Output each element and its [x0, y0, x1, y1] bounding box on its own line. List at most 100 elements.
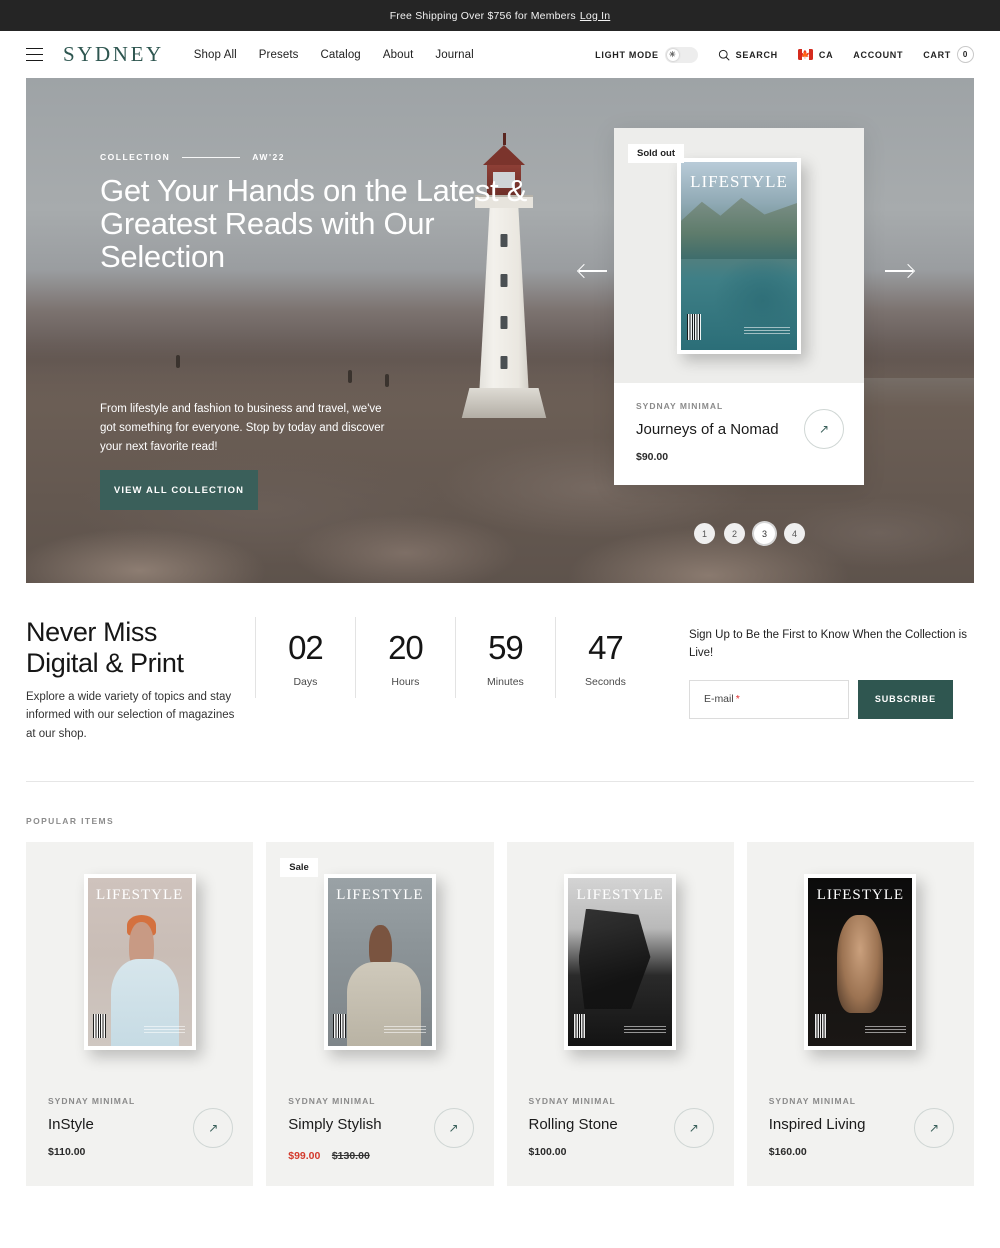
product-media: LIFESTYLE — [26, 842, 253, 1082]
magazine-masthead: LIFESTYLE — [816, 887, 905, 904]
cart-count-badge: 0 — [957, 46, 974, 63]
countdown-section: Never Miss Digital & Print Explore a wid… — [26, 617, 974, 743]
product-price: $110.00 — [48, 1146, 86, 1159]
subscribe-button[interactable]: SUBSCRIBE — [857, 679, 953, 719]
product-compare-price: $130.00 — [331, 1150, 370, 1163]
arrow-up-right-icon[interactable]: ↗ — [673, 1108, 714, 1149]
product-price: $160.00 — [768, 1146, 807, 1159]
nav-item-shop-all[interactable]: Shop All — [194, 49, 237, 61]
search-label: SEARCH — [735, 49, 778, 60]
product-card[interactable]: LIFESTYLE SYDNAY MINIMAL Inspired Living… — [746, 842, 974, 1187]
nav-item-journal[interactable]: Journal — [435, 49, 473, 61]
main-navigation: Shop All Presets Catalog About Journal — [194, 49, 474, 61]
email-required-mark: * — [735, 693, 740, 706]
hero-pagination: 1 2 3 4 — [694, 523, 805, 544]
account-label: ACCOUNT — [853, 49, 904, 60]
product-card[interactable]: LIFESTYLE SYDNAY MINIMAL InStyle $110.00… — [26, 842, 254, 1187]
countdown-seconds-label: Seconds — [585, 676, 626, 688]
product-info: SYDNAY MINIMAL Simply Stylish $99.00 $13… — [266, 1082, 493, 1186]
product-media: LIFESTYLE — [507, 842, 734, 1082]
cart-button[interactable]: CART 0 — [923, 46, 974, 63]
magazine-masthead: LIFESTYLE — [690, 171, 788, 191]
hero-prev-arrow-icon[interactable] — [579, 270, 607, 272]
hero-copy: COLLECTION AW'22 Get Your Hands on the L… — [100, 152, 540, 273]
countdown-timers: 02 Days 20 Hours 59 Minutes 47 Seconds — [254, 617, 655, 698]
view-all-collection-button[interactable]: VIEW ALL COLLECTION — [100, 470, 258, 510]
country-code-label: CA — [818, 49, 834, 60]
product-card[interactable]: LIFESTYLE SYDNAY MINIMAL Rolling Stone $… — [506, 842, 734, 1187]
product-info: SYDNAY MINIMAL Inspired Living $160.00 ↗ — [747, 1082, 974, 1180]
arrow-up-right-icon[interactable]: ↗ — [193, 1108, 234, 1149]
arrow-up-right-icon[interactable]: ↗ — [914, 1108, 954, 1149]
hero-pagination-dot-4[interactable]: 4 — [784, 523, 805, 544]
product-price-group: $99.00 $130.00 — [288, 1146, 471, 1164]
arrow-up-right-icon[interactable]: ↗ — [433, 1108, 474, 1149]
theme-switch[interactable]: ☀ — [664, 46, 698, 63]
magazine-cover: LIFESTYLE — [83, 874, 196, 1051]
search-button[interactable]: SEARCH — [718, 49, 778, 61]
hero-product-card[interactable]: Sold out LIFESTYLE SYDNAY MINIMAL Journe… — [614, 128, 864, 485]
product-vendor: SYDNAY MINIMAL — [288, 1096, 376, 1107]
country-selector[interactable]: 🍁 CA — [797, 49, 834, 60]
canada-flag-icon: 🍁 — [797, 49, 813, 60]
sale-badge: Sale — [280, 858, 318, 878]
hamburger-icon[interactable] — [26, 48, 43, 61]
hero-pagination-dot-2[interactable]: 2 — [724, 523, 745, 544]
product-vendor: SYDNAY MINIMAL — [636, 401, 724, 411]
countdown-paragraph: Explore a wide variety of topics and sta… — [26, 690, 235, 740]
nav-item-presets[interactable]: Presets — [259, 49, 299, 61]
product-card[interactable]: Sale LIFESTYLE SYDNAY MINIMAL Simply Sty… — [266, 842, 494, 1187]
magazine-cover: LIFESTYLE — [804, 874, 917, 1051]
product-info: SYDNAY MINIMAL InStyle $110.00 ↗ — [26, 1082, 253, 1180]
newsletter-signup: Sign Up to Be the First to Know When the… — [688, 617, 974, 719]
hero-figure-decor — [176, 355, 180, 368]
nav-item-catalog[interactable]: Catalog — [320, 49, 360, 61]
hero-figure-decor — [385, 374, 389, 387]
nav-item-about[interactable]: About — [383, 49, 414, 61]
hero-next-arrow-icon[interactable] — [885, 270, 913, 272]
sold-out-badge: Sold out — [628, 144, 684, 163]
countdown-cell-days: 02 Days — [254, 617, 355, 698]
newsletter-text: Sign Up to Be the First to Know When the… — [688, 629, 967, 659]
hero-banner: COLLECTION AW'22 Get Your Hands on the L… — [26, 78, 974, 583]
magazine-cover: LIFESTYLE — [323, 874, 436, 1051]
hero-eyebrow-right: AW'22 — [252, 152, 285, 162]
newsletter-form: E-mail * SUBSCRIBE — [688, 679, 974, 719]
countdown-cell-hours: 20 Hours — [354, 617, 455, 698]
announcement-bar: Free Shipping Over $756 for Members Log … — [0, 0, 1000, 31]
magazine-cover: LIFESTYLE — [564, 874, 677, 1051]
hero-pagination-dot-1[interactable]: 1 — [694, 523, 715, 544]
account-link[interactable]: ACCOUNT — [853, 50, 903, 60]
countdown-minutes-label: Minutes — [487, 676, 524, 688]
hero-paragraph: From lifestyle and fashion to business a… — [100, 403, 385, 453]
countdown-cell-seconds: 47 Seconds — [554, 617, 655, 698]
countdown-days-value: 02 — [288, 629, 324, 666]
countdown-hours-value: 20 — [388, 629, 424, 666]
magazine-masthead: LIFESTYLE — [576, 887, 664, 904]
hero-eyebrow-rule — [182, 156, 241, 158]
site-logo[interactable]: SYDNEY — [63, 42, 164, 67]
product-media: LIFESTYLE — [747, 842, 974, 1082]
product-price: $100.00 — [528, 1146, 567, 1159]
arrow-up-right-icon[interactable]: ↗ — [804, 409, 844, 449]
section-divider — [26, 781, 974, 783]
countdown-heading-line1: Never Miss — [26, 617, 158, 647]
light-mode-label: LIGHT MODE — [595, 49, 659, 60]
hero-pagination-dot-3[interactable]: 3 — [754, 523, 775, 544]
magazine-masthead: LIFESTYLE — [95, 887, 184, 904]
countdown-heading-line2: Digital & Print — [26, 647, 184, 678]
announcement-login-link[interactable]: Log In — [580, 10, 610, 22]
hero-title: Get Your Hands on the Latest & Greatest … — [100, 173, 528, 275]
countdown-hours-label: Hours — [391, 676, 420, 688]
light-mode-toggle[interactable]: LIGHT MODE ☀ — [595, 46, 698, 63]
popular-items-grid: LIFESTYLE SYDNAY MINIMAL InStyle $110.00… — [26, 842, 974, 1187]
hero-product-info: SYDNAY MINIMAL Journeys of a Nomad $90.0… — [614, 383, 864, 485]
product-price: $90.00 — [636, 451, 669, 463]
email-input[interactable]: E-mail * — [688, 679, 849, 719]
hero-figure-decor — [348, 370, 352, 383]
product-vendor: SYDNAY MINIMAL — [528, 1096, 616, 1107]
countdown-copy: Never Miss Digital & Print Explore a wid… — [26, 617, 255, 743]
countdown-minutes-value: 59 — [488, 629, 524, 666]
countdown-cell-minutes: 59 Minutes — [454, 617, 555, 698]
sun-icon: ☀ — [666, 48, 679, 61]
